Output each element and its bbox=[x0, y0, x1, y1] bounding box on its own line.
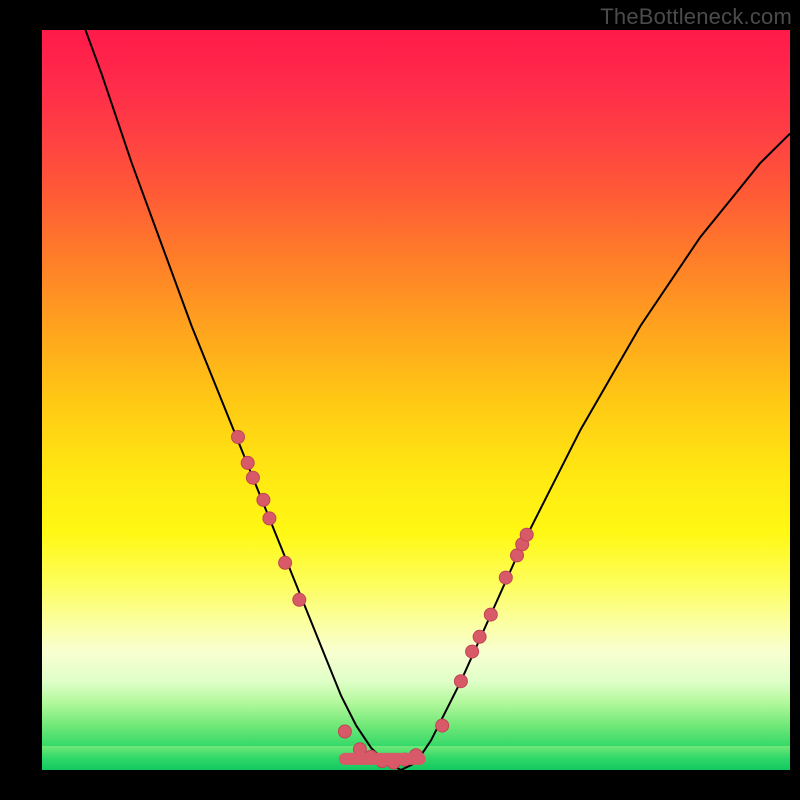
data-point bbox=[338, 725, 351, 738]
watermark-text: TheBottleneck.com bbox=[600, 4, 792, 30]
curve-group bbox=[42, 30, 790, 770]
data-point bbox=[293, 593, 306, 606]
plot-area bbox=[42, 30, 790, 770]
data-point bbox=[484, 608, 497, 621]
data-point bbox=[232, 431, 245, 444]
data-point bbox=[263, 512, 276, 525]
data-point bbox=[246, 471, 259, 484]
data-point bbox=[466, 645, 479, 658]
data-point bbox=[241, 456, 254, 469]
data-point bbox=[279, 556, 292, 569]
data-point bbox=[473, 630, 486, 643]
data-point bbox=[436, 719, 449, 732]
dots-group bbox=[232, 431, 534, 770]
data-point bbox=[520, 528, 533, 541]
data-point bbox=[499, 571, 512, 584]
curve-layer bbox=[42, 30, 790, 770]
chart-frame: TheBottleneck.com bbox=[0, 0, 800, 800]
bottleneck-curve bbox=[42, 30, 790, 770]
data-point bbox=[257, 493, 270, 506]
data-point bbox=[454, 675, 467, 688]
